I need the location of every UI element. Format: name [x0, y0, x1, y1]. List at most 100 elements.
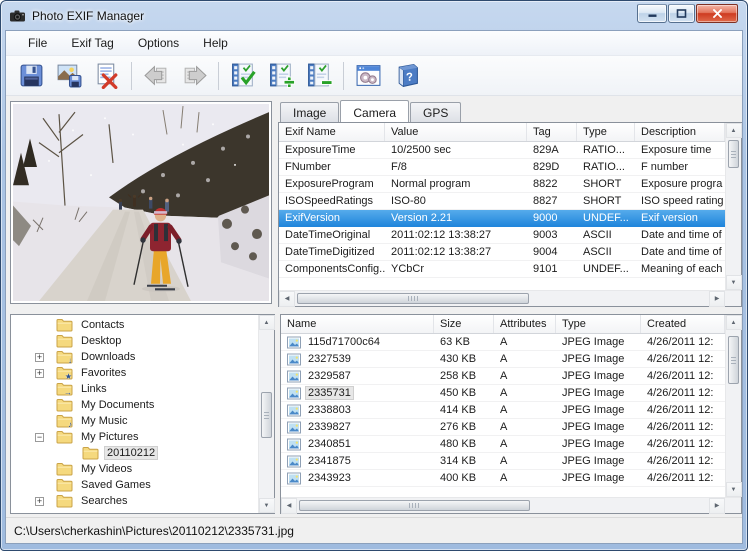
expand-plus-icon[interactable]: +: [35, 353, 44, 362]
toolbar-separator: [343, 62, 344, 90]
tree-item-my-pictures[interactable]: − My Pictures: [11, 429, 258, 445]
tree-item-20110212[interactable]: 20110212: [11, 445, 258, 461]
exif-column-header-description[interactable]: Description: [635, 123, 725, 141]
tab-camera[interactable]: Camera: [340, 100, 409, 122]
save-image-button[interactable]: [50, 59, 88, 93]
file-row[interactable]: 2343923400 KBAJPEG Image4/26/2011 12:: [281, 470, 725, 487]
file-column-header-created[interactable]: Created: [641, 315, 725, 333]
options-button[interactable]: [349, 59, 387, 93]
tree-item-label: Favorites: [78, 366, 129, 380]
file-column-header-attributes[interactable]: Attributes: [494, 315, 556, 333]
save-image-icon: [56, 62, 83, 89]
file-row[interactable]: 2340851480 KBAJPEG Image4/26/2011 12:: [281, 436, 725, 453]
file-row[interactable]: 2339827276 KBAJPEG Image4/26/2011 12:: [281, 419, 725, 436]
remove-exif-tag-button[interactable]: [300, 59, 338, 93]
exif-row[interactable]: FNumberF/8829DRATIO...F number: [279, 159, 725, 176]
tree-item-searches[interactable]: +Searches: [11, 493, 258, 509]
scrollbar-thumb[interactable]: [728, 336, 739, 384]
menu-item-options[interactable]: Options: [128, 33, 189, 53]
exif-row[interactable]: ComponentsConfig...YCbCr9101UNDEF...Mean…: [279, 261, 725, 278]
close-button[interactable]: [696, 4, 738, 23]
maximize-button[interactable]: [668, 4, 695, 23]
tree-item-contacts[interactable]: Contacts: [11, 317, 258, 333]
exif-row[interactable]: ISOSpeedRatingsISO-808827SHORTISO speed …: [279, 193, 725, 210]
tree-item-my-documents[interactable]: My Documents: [11, 397, 258, 413]
add-exif-tag-button[interactable]: [262, 59, 300, 93]
tree-item-downloads[interactable]: +↓Downloads: [11, 349, 258, 365]
tab-image[interactable]: Image: [280, 102, 339, 122]
file-row[interactable]: 2329587258 KBAJPEG Image4/26/2011 12:: [281, 368, 725, 385]
delete-exif-list-button[interactable]: [88, 59, 126, 93]
file-column-header-size[interactable]: Size: [434, 315, 494, 333]
exif-tab-control: ImageCameraGPS Exif NameValueTagTypeDesc…: [278, 101, 742, 307]
help-button[interactable]: ?: [387, 59, 425, 93]
scroll-right-icon[interactable]: ▶: [709, 291, 725, 307]
file-row[interactable]: 115d71700c6463 KBAJPEG Image4/26/2011 12…: [281, 334, 725, 351]
tree-item-saved-games[interactable]: Saved Games: [11, 477, 258, 493]
tree-item-my-videos[interactable]: My Videos: [11, 461, 258, 477]
menu-item-file[interactable]: File: [18, 33, 57, 53]
save-button[interactable]: [12, 59, 50, 93]
scrollbar-thumb[interactable]: [299, 500, 530, 511]
file-name-cell: 2329587: [281, 370, 434, 383]
scroll-down-icon[interactable]: ▼: [726, 275, 742, 290]
scroll-up-icon[interactable]: ▲: [259, 315, 275, 330]
exif-cell: ComponentsConfig...: [279, 263, 385, 275]
next-image-button[interactable]: [175, 59, 213, 93]
file-size: 450 KB: [434, 387, 494, 399]
menu-item-help[interactable]: Help: [193, 33, 238, 53]
exif-column-header-value[interactable]: Value: [385, 123, 527, 141]
exif-row[interactable]: DateTimeOriginal2011:02:12 13:38:279003A…: [279, 227, 725, 244]
scroll-left-icon[interactable]: ◀: [279, 291, 295, 307]
exif-cell: Date and time of: [635, 229, 725, 241]
apply-exif-button[interactable]: [224, 59, 262, 93]
expand-plus-icon[interactable]: +: [35, 497, 44, 506]
exif-horizontal-scrollbar[interactable]: ◀ ▶: [279, 290, 725, 306]
exif-row[interactable]: DateTimeDigitized2011:02:12 13:38:279004…: [279, 244, 725, 261]
tree-item-links[interactable]: →Links: [11, 381, 258, 397]
exif-row[interactable]: ExposureTime10/2500 sec829ARATIO...Expos…: [279, 142, 725, 159]
exif-row[interactable]: ExifVersionVersion 2.219000UNDEF...Exif …: [279, 210, 725, 227]
file-column-header-name[interactable]: Name: [281, 315, 434, 333]
exif-cell: 829D: [527, 161, 577, 173]
scrollbar-thumb[interactable]: [728, 140, 739, 168]
exif-column-header-exif-name[interactable]: Exif Name: [279, 123, 385, 141]
file-row[interactable]: 2341875314 KBAJPEG Image4/26/2011 12:: [281, 453, 725, 470]
exif-cell: SHORT: [577, 195, 635, 207]
tree-item-desktop[interactable]: Desktop: [11, 333, 258, 349]
exif-cell: DateTimeOriginal: [279, 229, 385, 241]
minimize-button[interactable]: [637, 4, 667, 23]
scroll-down-icon[interactable]: ▼: [259, 498, 275, 513]
tree-item-my-music[interactable]: ♪My Music: [11, 413, 258, 429]
files-horizontal-scrollbar[interactable]: ◀ ▶: [281, 497, 725, 513]
menu-item-exif-tag[interactable]: Exif Tag: [61, 33, 123, 53]
file-row[interactable]: 2338803414 KBAJPEG Image4/26/2011 12:: [281, 402, 725, 419]
folder-searches-icon: [56, 494, 73, 508]
tree-item-label: My Pictures: [78, 430, 141, 444]
scroll-up-icon[interactable]: ▲: [726, 123, 742, 138]
file-attributes: A: [494, 438, 556, 450]
expand-plus-icon[interactable]: +: [35, 369, 44, 378]
file-column-header-type[interactable]: Type: [556, 315, 641, 333]
tab-gps[interactable]: GPS: [410, 102, 461, 122]
exif-column-header-tag[interactable]: Tag: [527, 123, 577, 141]
tree-vertical-scrollbar[interactable]: ▲ ▼: [258, 315, 274, 513]
toolbar-separator: [218, 62, 219, 90]
scroll-down-icon[interactable]: ▼: [726, 482, 742, 497]
arrow-right-icon: [181, 62, 208, 89]
scroll-left-icon[interactable]: ◀: [281, 498, 297, 514]
exif-column-header-type[interactable]: Type: [577, 123, 635, 141]
scrollbar-thumb[interactable]: [297, 293, 529, 304]
collapse-minus-icon[interactable]: −: [35, 433, 44, 442]
file-row[interactable]: 2335731450 KBAJPEG Image4/26/2011 12:: [281, 385, 725, 402]
file-row[interactable]: 2327539430 KBAJPEG Image4/26/2011 12:: [281, 351, 725, 368]
photo-preview: [13, 104, 269, 301]
tree-item-favorites[interactable]: +★Favorites: [11, 365, 258, 381]
scrollbar-thumb[interactable]: [261, 392, 272, 438]
exif-vertical-scrollbar[interactable]: ▲ ▼: [725, 123, 741, 290]
files-vertical-scrollbar[interactable]: ▲ ▼: [725, 315, 741, 497]
scroll-up-icon[interactable]: ▲: [726, 315, 742, 330]
scroll-right-icon[interactable]: ▶: [709, 498, 725, 514]
exif-row[interactable]: ExposureProgramNormal program8822SHORTEx…: [279, 176, 725, 193]
previous-image-button[interactable]: [137, 59, 175, 93]
